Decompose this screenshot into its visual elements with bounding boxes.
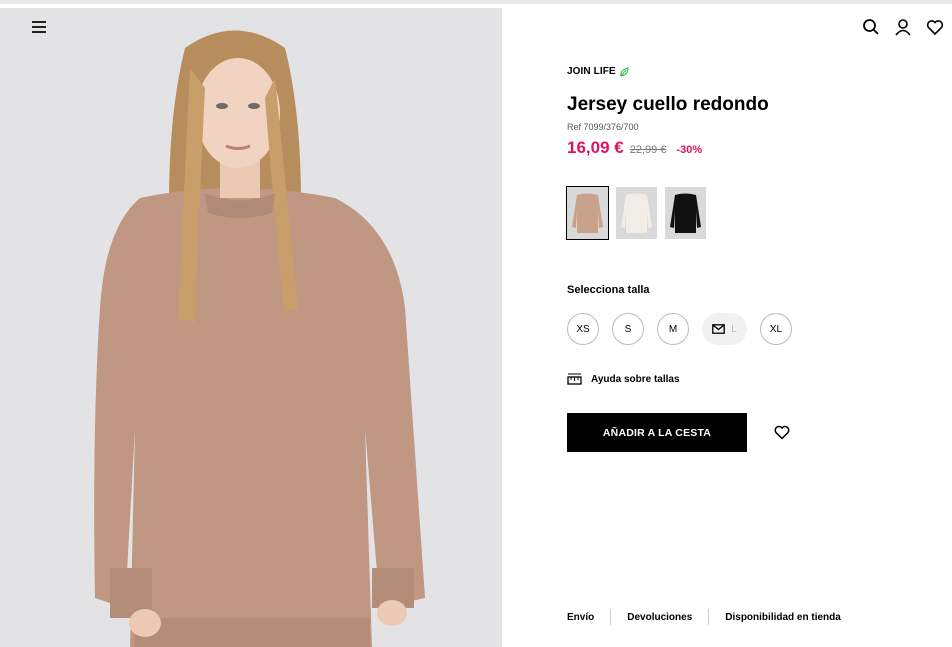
menu-icon[interactable] [32, 21, 46, 33]
color-swatch-black[interactable] [665, 187, 706, 239]
price-original: 22,99 € [629, 144, 667, 156]
discount-badge: -30% [676, 144, 703, 156]
user-icon[interactable] [894, 18, 912, 36]
product-image[interactable] [0, 8, 502, 647]
divider [610, 609, 612, 625]
size-selector: XS S M L XL [567, 313, 792, 345]
heart-icon[interactable] [926, 18, 944, 36]
size-option-l[interactable]: L [702, 313, 747, 345]
size-help-label: Ayuda sobre tallas [591, 374, 680, 385]
product-ref: Ref 7099/376/700 [567, 122, 639, 132]
shipping-link[interactable]: Envío [567, 612, 594, 623]
product-title: Jersey cuello redondo [567, 94, 769, 115]
divider [708, 609, 710, 625]
mail-icon [712, 324, 726, 334]
size-option-l-label: L [731, 323, 737, 335]
ruler-icon [567, 373, 582, 385]
color-selector [566, 186, 706, 240]
join-life-label: JOIN LIFE [567, 66, 616, 77]
leaf-icon [620, 66, 629, 77]
footer-links: Envío Devoluciones Disponibilidad en tie… [567, 609, 841, 625]
returns-link[interactable]: Devoluciones [627, 612, 692, 623]
join-life-badge: JOIN LIFE [567, 66, 629, 77]
size-option-xs[interactable]: XS [567, 313, 599, 345]
price-block: 16,09 € 22,99 € -30% [567, 138, 702, 158]
color-swatch-cream[interactable] [616, 187, 657, 239]
header-actions [862, 18, 944, 36]
price-current: 16,09 € [567, 138, 624, 157]
size-option-xl[interactable]: XL [760, 313, 792, 345]
size-section-label: Selecciona talla [567, 284, 650, 296]
size-option-m[interactable]: M [657, 313, 689, 345]
size-option-s[interactable]: S [612, 313, 644, 345]
wishlist-heart-icon[interactable] [774, 424, 790, 440]
add-to-cart-button[interactable]: AÑADIR A LA CESTA [567, 413, 747, 452]
color-swatch-camel[interactable] [566, 186, 609, 240]
product-page: JOIN LIFE Jersey cuello redondo Ref 7099… [0, 0, 952, 647]
search-icon[interactable] [862, 18, 880, 36]
store-availability-link[interactable]: Disponibilidad en tienda [725, 612, 841, 623]
size-help-link[interactable]: Ayuda sobre tallas [567, 373, 680, 386]
model-photo [0, 8, 502, 647]
